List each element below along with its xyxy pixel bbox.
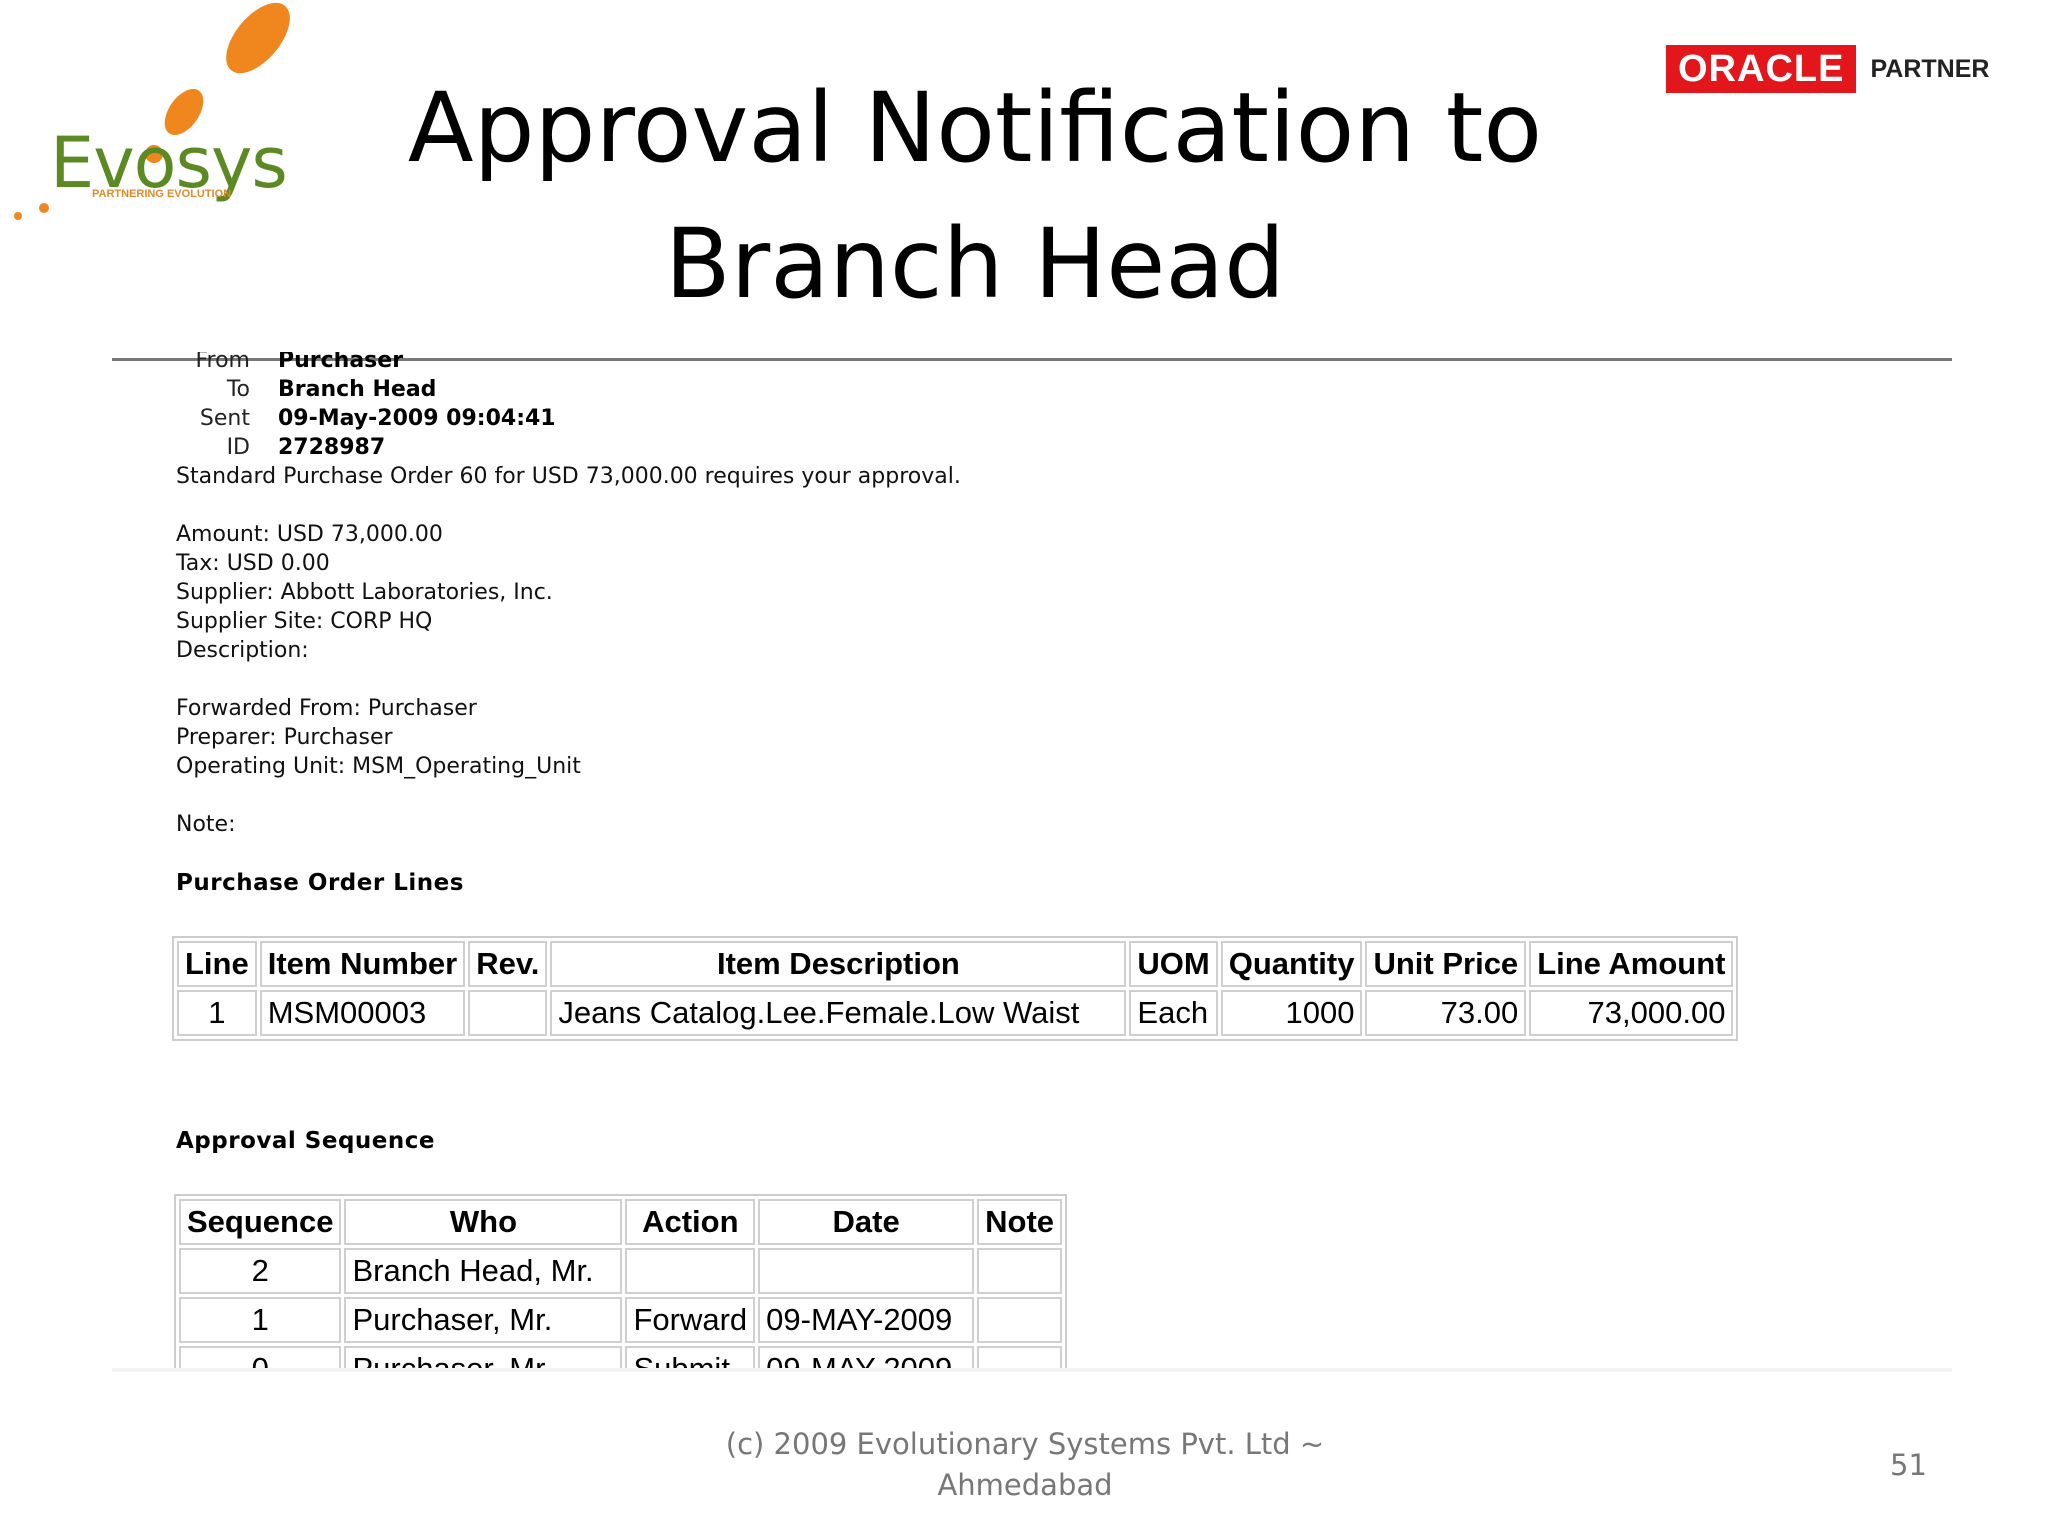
- cell-item-number: MSM00003: [259, 990, 466, 1036]
- header-row-id: ID 2728987: [172, 433, 556, 462]
- table-row: 1 Purchaser, Mr. Forward 09-MAY-2009: [179, 1297, 1063, 1343]
- header-key: From: [195, 352, 250, 373]
- column-header: Item Number: [259, 941, 466, 987]
- cell-note: [977, 1248, 1063, 1294]
- cell-date: [758, 1248, 975, 1294]
- column-header: Action: [625, 1199, 756, 1245]
- cell-line: 1: [177, 990, 257, 1036]
- oracle-partner-label: PARTNER: [1870, 54, 1990, 83]
- header-value: 2728987: [278, 435, 386, 460]
- detail-supplier-site: Supplier Site: CORP HQ: [176, 609, 433, 634]
- detail-supplier: Supplier: Abbott Laboratories, Inc.: [176, 580, 553, 605]
- table-row: 1 MSM00003 Jeans Catalog.Lee.Female.Low …: [177, 990, 1734, 1036]
- cell-action: Forward: [625, 1297, 756, 1343]
- header-row-to: To Branch Head: [172, 375, 556, 404]
- cell-action: [625, 1248, 756, 1294]
- table-header-row: Line Item Number Rev. Item Description U…: [177, 941, 1734, 987]
- routing-block: Forwarded From: Purchaser Preparer: Purc…: [176, 694, 581, 781]
- divider: [112, 1368, 1952, 1372]
- slide-title-line2: Branch Head: [664, 208, 1286, 320]
- slide-title-line1: Approval Notification to: [407, 72, 1543, 184]
- po-lines-table: Line Item Number Rev. Item Description U…: [172, 936, 1739, 1041]
- cell-sequence: 1: [179, 1297, 342, 1343]
- cell-quantity: 1000: [1220, 990, 1363, 1036]
- column-header: Note: [977, 1199, 1063, 1245]
- column-header: Line: [177, 941, 257, 987]
- header-key: Sent: [199, 406, 250, 431]
- column-header: Line Amount: [1529, 941, 1734, 987]
- detail-description: Description:: [176, 638, 309, 663]
- po-lines-title: Purchase Order Lines: [176, 870, 464, 896]
- header-row-from: From Purchaser: [172, 352, 556, 375]
- header-value: Purchaser: [278, 352, 404, 373]
- table-header-row: Sequence Who Action Date Note: [179, 1199, 1063, 1245]
- cell-line-amount: 73,000.00: [1529, 990, 1734, 1036]
- column-header: Date: [758, 1199, 975, 1245]
- note-label: Note:: [176, 812, 236, 837]
- forwarded-from: Forwarded From: Purchaser: [176, 696, 477, 721]
- table-row: 2 Branch Head, Mr.: [179, 1248, 1063, 1294]
- evosys-logo: Evosys PARTNERING EVOLUTION: [0, 0, 300, 230]
- footer-location: Ahmedabad: [937, 1468, 1113, 1502]
- approval-sequence-table: Sequence Who Action Date Note 2 Branch H…: [174, 1194, 1068, 1372]
- header-value: 09-May-2009 09:04:41: [278, 406, 556, 431]
- cell-uom: Each: [1129, 990, 1218, 1036]
- header-row-sent: Sent 09-May-2009 09:04:41: [172, 404, 556, 433]
- column-header: Quantity: [1220, 941, 1363, 987]
- slide-title: Approval Notification to Branch Head: [330, 60, 1620, 332]
- approval-message: Standard Purchase Order 60 for USD 73,00…: [176, 464, 961, 489]
- notification-header: From Purchaser To Branch Head Sent 09-Ma…: [172, 352, 556, 462]
- column-header: Sequence: [179, 1199, 342, 1245]
- header-key: To: [226, 377, 250, 402]
- preparer: Preparer: Purchaser: [176, 725, 393, 750]
- footer-copyright: (c) 2009 Evolutionary Systems Pvt. Ltd ~: [725, 1427, 1325, 1461]
- cell-who: Branch Head, Mr.: [344, 1248, 623, 1294]
- oracle-wordmark: ORACLE: [1666, 45, 1857, 93]
- notification-screenshot: From Purchaser To Branch Head Sent 09-Ma…: [112, 352, 1952, 1372]
- column-header: Item Description: [550, 941, 1127, 987]
- oracle-partner-logo: ORACLE PARTNER: [1666, 44, 1989, 94]
- cell-who: Purchaser, Mr.: [344, 1297, 623, 1343]
- cell-unit-price: 73.00: [1365, 990, 1527, 1036]
- detail-amount: Amount: USD 73,000.00: [176, 522, 443, 547]
- header-key: ID: [226, 435, 250, 460]
- cell-sequence: 2: [179, 1248, 342, 1294]
- cell-date: 09-MAY-2009: [758, 1297, 975, 1343]
- details-block: Amount: USD 73,000.00 Tax: USD 0.00 Supp…: [176, 520, 553, 665]
- slide-footer: (c) 2009 Evolutionary Systems Pvt. Ltd ~…: [640, 1424, 1410, 1506]
- column-header: Who: [344, 1199, 623, 1245]
- page-number: 51: [1890, 1448, 1927, 1482]
- column-header: UOM: [1129, 941, 1218, 987]
- evosys-tagline: PARTNERING EVOLUTION: [92, 188, 232, 200]
- approval-sequence-title: Approval Sequence: [176, 1128, 435, 1154]
- operating-unit: Operating Unit: MSM_Operating_Unit: [176, 754, 581, 779]
- column-header: Rev.: [468, 941, 548, 987]
- detail-tax: Tax: USD 0.00: [176, 551, 330, 576]
- column-header: Unit Price: [1365, 941, 1527, 987]
- cell-rev: [468, 990, 548, 1036]
- cell-note: [977, 1297, 1063, 1343]
- header-value: Branch Head: [278, 377, 437, 402]
- cell-item-description: Jeans Catalog.Lee.Female.Low Waist: [550, 990, 1127, 1036]
